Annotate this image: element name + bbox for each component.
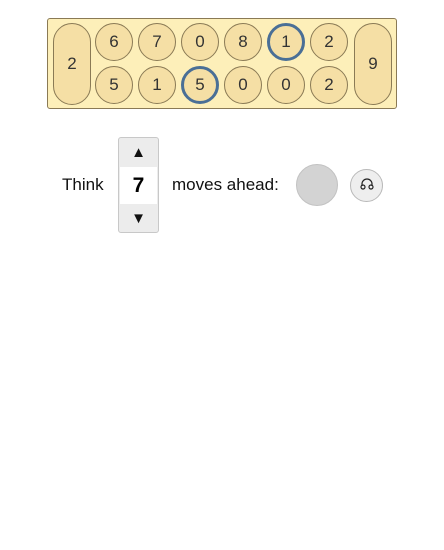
depth-decrease-button[interactable]: ▼ [119, 204, 158, 232]
pit-bottom-2[interactable]: 1 [138, 66, 176, 104]
pit-bottom-1[interactable]: 5 [95, 66, 133, 104]
think-label: Think [62, 175, 104, 194]
headphones-icon [359, 177, 374, 195]
mancala-board: 2 6 7 0 8 1 2 5 1 5 0 0 2 9 [47, 18, 397, 109]
left-store: 2 [53, 23, 91, 105]
sound-toggle-button[interactable] [350, 169, 383, 202]
pit-count: 7 [152, 32, 162, 51]
pit-top-2[interactable]: 7 [138, 23, 176, 61]
pit-bottom-5[interactable]: 0 [267, 66, 305, 104]
pit-bottom-3[interactable]: 5 [181, 66, 219, 104]
thinking-indicator [296, 164, 338, 206]
depth-value[interactable]: 7 [120, 167, 157, 204]
pit-count: 5 [195, 75, 205, 94]
pit-count: 8 [238, 32, 248, 51]
pit-top-3[interactable]: 0 [181, 23, 219, 61]
pit-top-4[interactable]: 8 [224, 23, 262, 61]
left-store-count: 2 [67, 54, 77, 73]
depth-increase-button[interactable]: ▲ [119, 138, 158, 166]
search-depth-controls: Think ▲ 7 ▼ moves ahead: [0, 137, 444, 233]
down-arrow-icon: ▼ [131, 209, 146, 227]
up-arrow-icon: ▲ [131, 143, 146, 161]
pit-count: 2 [324, 32, 334, 51]
pit-count: 1 [152, 75, 162, 94]
pit-top-6[interactable]: 2 [310, 23, 348, 61]
pit-top-1[interactable]: 6 [95, 23, 133, 61]
right-store-count: 9 [368, 54, 378, 73]
pit-bottom-6[interactable]: 2 [310, 66, 348, 104]
right-store: 9 [354, 23, 392, 105]
pit-count: 0 [281, 75, 291, 94]
pit-count: 1 [281, 32, 291, 51]
moves-ahead-label: moves ahead: [172, 175, 279, 194]
pit-count: 6 [109, 32, 119, 51]
pit-top-5[interactable]: 1 [267, 23, 305, 61]
pit-count: 0 [238, 75, 248, 94]
pit-count: 5 [109, 75, 119, 94]
pit-bottom-4[interactable]: 0 [224, 66, 262, 104]
depth-stepper[interactable]: ▲ 7 ▼ [118, 137, 159, 233]
pit-count: 2 [324, 75, 334, 94]
pit-count: 0 [195, 32, 205, 51]
